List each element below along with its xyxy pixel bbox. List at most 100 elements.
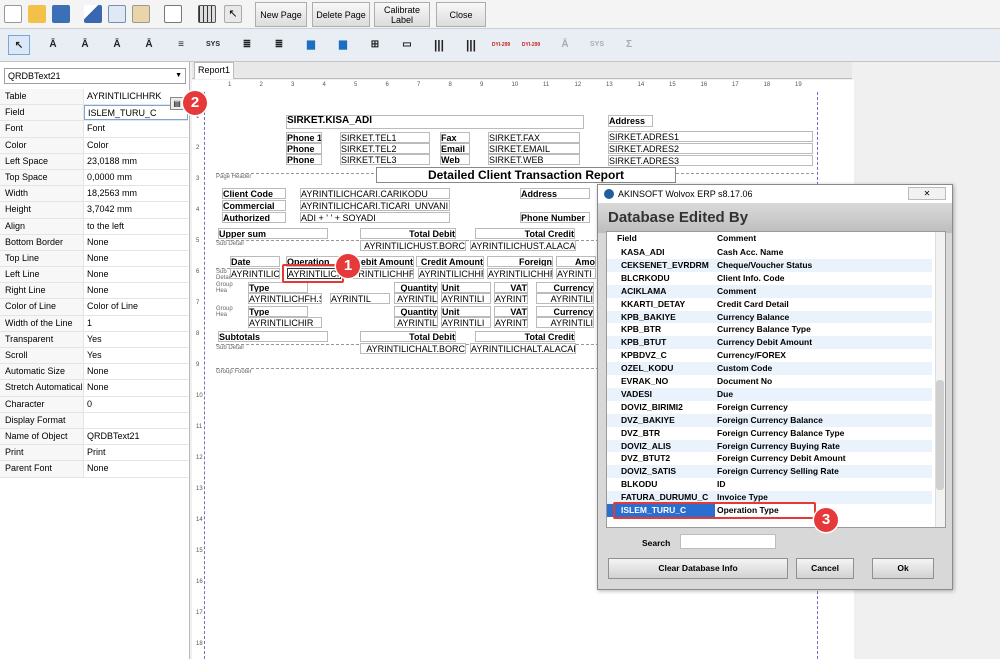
type-field-1[interactable]: AYRINTILICHFH.S (248, 293, 322, 304)
currency-field-2[interactable]: AYRINTILI (536, 317, 594, 328)
property-row[interactable]: Color Color (0, 137, 188, 154)
property-value[interactable]: None (84, 364, 188, 379)
email-field[interactable]: SIRKET.EMAIL (488, 143, 580, 154)
close-icon[interactable]: ✕ (908, 187, 946, 200)
pointer-icon[interactable]: ↖ (224, 5, 242, 23)
subtotal-credit-label[interactable]: Total Credit (475, 331, 575, 342)
new-file-icon[interactable] (4, 5, 22, 23)
web-label[interactable]: Web (440, 154, 470, 165)
property-value[interactable]: Font (84, 121, 188, 136)
adres1-field[interactable]: SIRKET.ADRES1 (608, 131, 813, 142)
db-label-tool-icon[interactable]: Ā (74, 35, 96, 55)
property-value[interactable]: None (84, 251, 188, 266)
subtotal-debit-label[interactable]: Total Debit (360, 331, 456, 342)
property-row[interactable]: Scroll Yes (0, 348, 188, 365)
db-barcode2d-tool-icon[interactable]: DYI-299 (520, 35, 542, 55)
grid-row[interactable]: KPBDVZ_C Currency/FOREX (607, 349, 932, 362)
grid-row[interactable]: KPB_BAKIYE Currency Balance (607, 310, 932, 324)
save-icon[interactable] (52, 5, 70, 23)
db-image-tool-icon[interactable]: ▆ (332, 35, 354, 55)
quantity-label-1[interactable]: Quantity (394, 282, 438, 293)
clear-database-info-button[interactable]: Clear Database Info (608, 558, 788, 579)
type-field-3[interactable]: AYRINTILICHIR (248, 317, 322, 328)
property-value[interactable]: to the left (84, 219, 188, 234)
email-label[interactable]: Email (440, 143, 470, 154)
property-row[interactable]: Field ISLEM_TURU_C (0, 105, 188, 122)
property-row[interactable]: Align to the left (0, 218, 188, 235)
phone2-label[interactable]: Phone (286, 143, 322, 154)
property-row[interactable]: Automatic Size None (0, 364, 188, 381)
property-row[interactable]: Height 3,7042 mm (0, 202, 188, 219)
commercial-label[interactable]: Commercial (222, 200, 286, 211)
property-value[interactable] (84, 413, 188, 428)
property-value[interactable]: Color (84, 138, 188, 153)
type-label-2[interactable]: Type (248, 306, 308, 317)
grid-row[interactable]: DOVIZ_ALIS Foreign Currency Buying Rate (607, 439, 932, 453)
property-row[interactable]: Left Space 23,0188 mm (0, 153, 188, 170)
chart-tool-icon[interactable]: ⊞ (364, 35, 386, 55)
property-row[interactable]: Right Line None (0, 283, 188, 300)
address-label[interactable]: Address (608, 115, 653, 127)
tel1-field[interactable]: SIRKET.TEL1 (340, 132, 430, 143)
barcode-tool-icon[interactable]: ||| (428, 35, 450, 55)
col-comment-header[interactable]: Comment (715, 232, 932, 245)
subtotals-label[interactable]: Subtotals (218, 331, 328, 342)
phone-number-label[interactable]: Phone Number (520, 212, 590, 223)
grid-row[interactable]: BLCRKODU Client Info. Code (607, 272, 932, 285)
property-row[interactable]: Character 0 (0, 396, 188, 413)
upper-sum-label[interactable]: Upper sum (218, 228, 328, 239)
tel3-field[interactable]: SIRKET.TEL3 (340, 154, 430, 165)
grid-row[interactable]: VADESI Due (607, 387, 932, 401)
sysdata-tool-icon[interactable]: SYS (202, 35, 224, 55)
property-row[interactable]: Color of Line Color of Line (0, 299, 188, 316)
client-code-field[interactable]: AYRINTILICHCARI.CARIKODU (300, 188, 450, 199)
property-row[interactable]: Print Print (0, 445, 188, 462)
copy-icon[interactable] (108, 5, 126, 23)
quantity-label-2[interactable]: Quantity (394, 306, 438, 317)
barcode2d-tool-icon[interactable]: DYI-299 (490, 35, 512, 55)
date-label[interactable]: Date (230, 256, 280, 267)
expression-tool-icon[interactable]: ≡ (170, 35, 192, 55)
property-value[interactable]: 23,0188 mm (84, 154, 188, 169)
authorized-field[interactable]: ADI + ' ' + SOYADI (300, 212, 450, 223)
row-foreign-field[interactable]: AYRINTILICHHR (487, 268, 553, 279)
credit-amount-label[interactable]: Credit Amount (416, 256, 484, 267)
new-page-button[interactable]: New Page (255, 2, 307, 27)
shape-tool-icon[interactable]: ▭ (396, 35, 418, 55)
property-value[interactable]: None (84, 267, 188, 282)
quantity-field-2[interactable]: AYRINTIL (394, 317, 438, 328)
db-barcode-tool-icon[interactable]: ||| (460, 35, 482, 55)
property-row[interactable]: Top Space 0,0000 mm (0, 169, 188, 187)
quantity-field-1[interactable]: AYRINTIL (394, 293, 438, 304)
grid-row[interactable]: DVZ_BAKIYE Foreign Currency Balance (607, 413, 932, 427)
property-value[interactable]: 3,7042 mm (84, 202, 188, 217)
property-value[interactable]: 0,0000 mm (84, 170, 188, 185)
property-value[interactable]: Color of Line (84, 299, 188, 314)
unit-label-1[interactable]: Unit (441, 282, 491, 293)
total-debit-label[interactable]: Total Debit (360, 228, 456, 239)
grid-row[interactable]: ACIKLAMA Comment (607, 284, 932, 298)
upper-credit-field[interactable]: AYRINTILICHUST.ALACAK (470, 240, 576, 251)
preview-icon[interactable] (164, 5, 182, 23)
ok-button[interactable]: Ok (872, 558, 934, 579)
unit-label-2[interactable]: Unit (441, 306, 491, 317)
adres3-field[interactable]: SIRKET.ADRES3 (608, 155, 813, 166)
vat-label-1[interactable]: VAT (494, 282, 528, 293)
foreign-label[interactable]: Foreign (487, 256, 553, 267)
memo-tool-icon[interactable]: Ā (106, 35, 128, 55)
grid-row[interactable]: DOVIZ_SATIS Foreign Currency Selling Rate (607, 465, 932, 479)
property-row[interactable]: Transparent Yes (0, 331, 188, 348)
property-value[interactable]: None (84, 235, 188, 250)
grid-row[interactable]: KPB_BTUT Currency Debit Amount (607, 336, 932, 350)
field-picker-button[interactable]: ▤ (170, 97, 184, 110)
grid-row[interactable]: OZEL_KODU Custom Code (607, 362, 932, 375)
paste-icon[interactable] (132, 5, 150, 23)
grid-row[interactable]: CEKSENET_EVRDRM Cheque/Voucher Status (607, 258, 932, 272)
type-label-1[interactable]: Type (248, 282, 308, 293)
currency-label-2[interactable]: Currency (536, 306, 594, 317)
grid-icon[interactable] (198, 5, 216, 23)
cancel-button[interactable]: Cancel (796, 558, 854, 579)
unit-field-1[interactable]: AYRINTILI (441, 293, 491, 304)
open-folder-icon[interactable] (28, 5, 46, 23)
address2-label[interactable]: Address (520, 188, 590, 199)
